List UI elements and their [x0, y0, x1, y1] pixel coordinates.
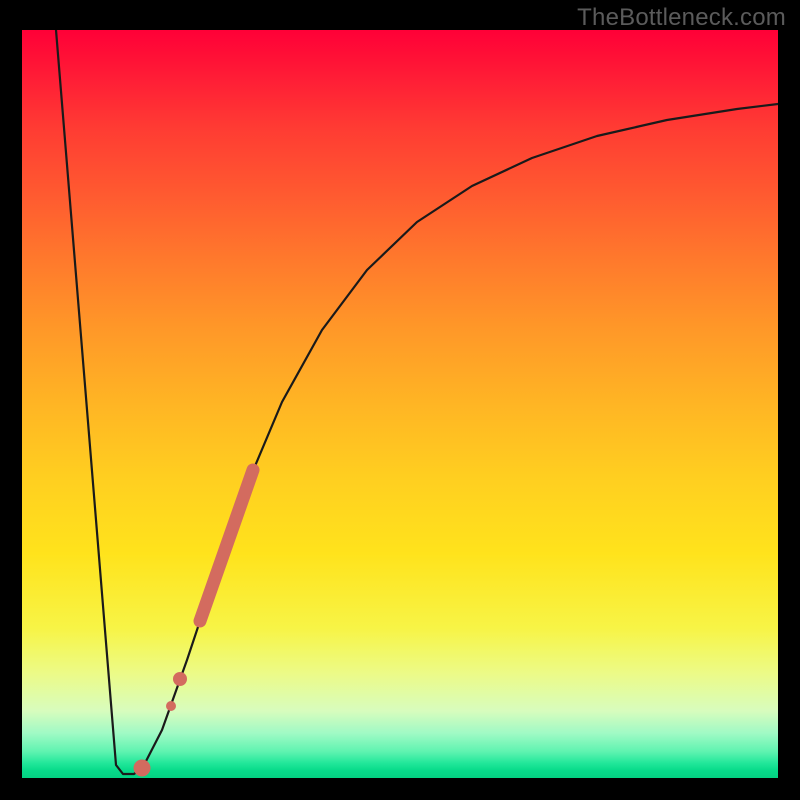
- curve-svg: [22, 30, 778, 778]
- watermark-text: TheBottleneck.com: [577, 4, 786, 32]
- bottleneck-curve: [56, 30, 778, 774]
- dot-3: [134, 760, 151, 777]
- chart-container: TheBottleneck.com: [0, 0, 800, 800]
- dot-2: [173, 672, 187, 686]
- highlight-segment: [200, 470, 253, 621]
- highlight-dots: [134, 672, 188, 777]
- dot-1: [166, 701, 176, 711]
- plot-area: [22, 30, 778, 778]
